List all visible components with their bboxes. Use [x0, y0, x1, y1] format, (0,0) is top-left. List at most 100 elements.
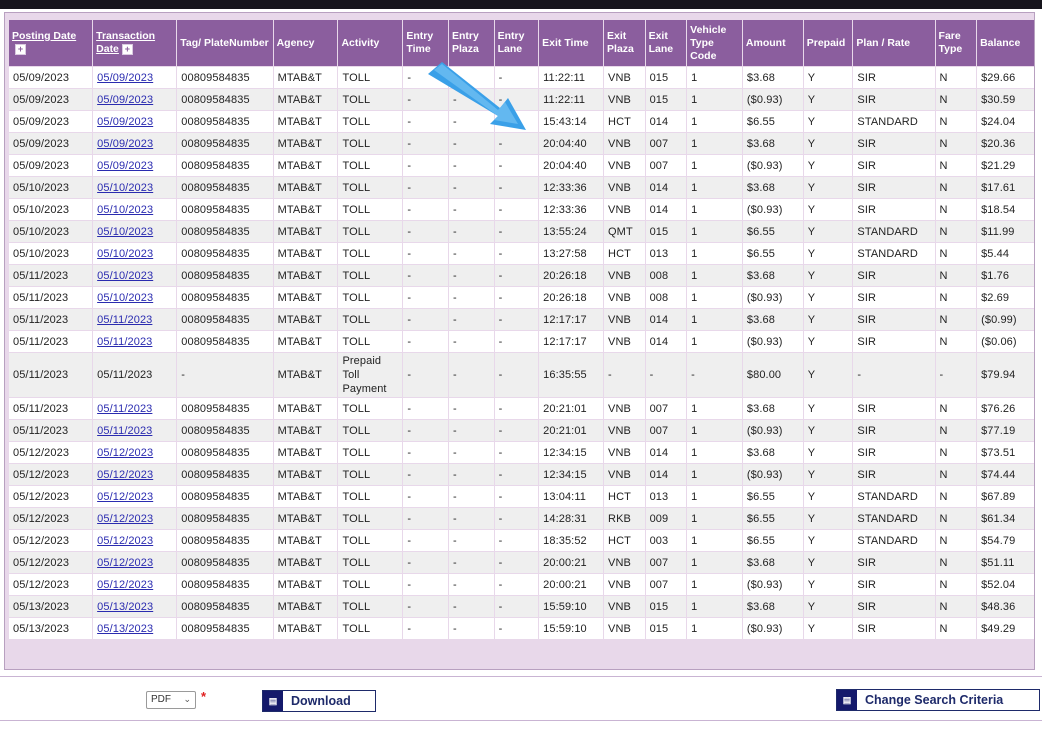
table-cell: TOLL — [338, 596, 403, 617]
table-cell: HCT — [604, 243, 645, 264]
column-header[interactable]: Transaction Date + — [93, 20, 177, 66]
table-cell: MTAB&T — [273, 331, 338, 352]
table-cell: ($0.93) — [742, 618, 803, 639]
transaction-date-link[interactable]: 05/09/2023 — [97, 138, 153, 150]
column-header: Exit Plaza — [604, 20, 645, 66]
table-cell: TOLL — [338, 464, 403, 485]
transaction-date-link[interactable]: 05/10/2023 — [97, 204, 153, 216]
column-header-label: Entry Plaza — [451, 30, 479, 55]
column-header: Exit Lane — [645, 20, 687, 66]
transaction-date-link[interactable]: 05/11/2023 — [97, 314, 152, 326]
table-cell: 05/11/2023 — [9, 353, 93, 397]
table-cell: - — [494, 199, 539, 220]
transaction-date-link[interactable]: 05/09/2023 — [97, 94, 153, 106]
transaction-date-link[interactable]: 05/09/2023 — [97, 72, 153, 84]
footer-divider-bottom — [0, 720, 1042, 721]
table-cell: VNB — [604, 596, 645, 617]
table-cell: STANDARD — [853, 221, 935, 242]
transaction-date-link[interactable]: 05/12/2023 — [97, 579, 153, 591]
table-cell: 05/09/2023 — [93, 133, 177, 154]
table-cell: SIR — [853, 398, 935, 419]
transaction-date-link[interactable]: 05/12/2023 — [97, 535, 153, 547]
table-cell: 00809584835 — [177, 398, 273, 419]
column-header-inner: Amount — [746, 37, 800, 50]
table-cell: 014 — [645, 331, 687, 352]
table-cell: 00809584835 — [177, 331, 273, 352]
column-header-label[interactable]: Posting Date — [12, 30, 76, 42]
table-cell: $61.34 — [977, 508, 1034, 529]
transaction-date-link[interactable]: 05/13/2023 — [97, 623, 153, 635]
table-cell: TOLL — [338, 265, 403, 286]
table-cell: - — [403, 574, 448, 595]
transaction-date-link[interactable]: 05/11/2023 — [97, 425, 152, 437]
table-cell: ($0.93) — [742, 574, 803, 595]
column-header-inner: Prepaid — [807, 37, 850, 50]
table-cell: $6.55 — [742, 530, 803, 551]
table-cell: MTAB&T — [273, 133, 338, 154]
transaction-date-link[interactable]: 05/12/2023 — [97, 469, 153, 481]
table-cell: VNB — [604, 552, 645, 573]
table-cell: $73.51 — [977, 442, 1034, 463]
table-cell: Y — [803, 508, 853, 529]
table-cell: - — [494, 133, 539, 154]
table-cell: 1 — [687, 89, 742, 110]
transaction-date-link[interactable]: 05/12/2023 — [97, 557, 153, 569]
table-cell: 00809584835 — [177, 265, 273, 286]
download-button[interactable]: ▤ Download — [262, 690, 376, 712]
table-cell: SIR — [853, 89, 935, 110]
transaction-date-link[interactable]: 05/13/2023 — [97, 601, 153, 613]
transaction-date-link[interactable]: 05/10/2023 — [97, 292, 153, 304]
table-cell: SIR — [853, 618, 935, 639]
table-header-row: Posting Date+ Transaction Date + Tag/ Plate… — [9, 20, 1034, 66]
table-cell: 014 — [645, 199, 687, 220]
table-cell: 05/09/2023 — [93, 67, 177, 88]
table-cell: - — [494, 111, 539, 132]
column-header-label: Agency — [276, 36, 315, 49]
table-cell: - — [494, 265, 539, 286]
transaction-date-link[interactable]: 05/11/2023 — [97, 403, 152, 415]
table-cell: 05/11/2023 — [93, 353, 177, 397]
column-header[interactable]: Posting Date+ — [9, 20, 93, 66]
table-cell: SIR — [853, 420, 935, 441]
table-cell: $54.79 — [977, 530, 1034, 551]
table-cell: - — [448, 133, 494, 154]
table-cell: MTAB&T — [273, 309, 338, 330]
sort-toggle-icon[interactable]: + — [15, 43, 26, 55]
table-cell: 05/10/2023 — [93, 243, 177, 264]
column-header: Balance — [977, 20, 1034, 66]
table-cell: SIR — [853, 287, 935, 308]
table-cell: 12:33:36 — [539, 177, 604, 198]
transaction-date-link[interactable]: 05/09/2023 — [97, 160, 153, 172]
table-cell: 1 — [687, 596, 742, 617]
table-cell: TOLL — [338, 155, 403, 176]
transaction-date-link[interactable]: 05/11/2023 — [97, 336, 152, 348]
change-search-criteria-button[interactable]: ▤ Change Search Criteria — [836, 689, 1040, 711]
table-row: 05/09/2023 05/09/2023 00809584835 MTAB&T TOL… — [9, 89, 1034, 110]
table-cell: TOLL — [338, 530, 403, 551]
export-format-select[interactable]: PDF ⌄ — [146, 691, 196, 709]
transaction-date-link[interactable]: 05/12/2023 — [97, 447, 153, 459]
transaction-date-link[interactable]: 05/12/2023 — [97, 513, 153, 525]
table-cell: Y — [803, 177, 853, 198]
table-cell: MTAB&T — [273, 508, 338, 529]
transaction-date-link[interactable]: 05/10/2023 — [97, 248, 153, 260]
table-cell: - — [448, 552, 494, 573]
table-cell: - — [448, 596, 494, 617]
transaction-date-link[interactable]: 05/09/2023 — [97, 116, 153, 128]
table-cell: 1 — [687, 309, 742, 330]
sort-toggle-icon[interactable]: + — [121, 43, 133, 55]
table-cell: 05/09/2023 — [93, 111, 177, 132]
table-cell: $3.68 — [742, 133, 803, 154]
transaction-date-link[interactable]: 05/10/2023 — [97, 226, 153, 238]
column-header: Tag/ PlateNumber — [177, 20, 273, 66]
transaction-date-link[interactable]: 05/10/2023 — [97, 270, 153, 282]
table-cell: 1 — [687, 530, 742, 551]
table-cell: $29.66 — [977, 67, 1034, 88]
transaction-date-link[interactable]: 05/12/2023 — [97, 491, 153, 503]
table-cell: $80.00 — [742, 353, 803, 397]
table-cell: 00809584835 — [177, 618, 273, 639]
table-cell: - — [604, 353, 645, 397]
table-cell: RKB — [604, 508, 645, 529]
transaction-date-link[interactable]: 05/10/2023 — [97, 182, 153, 194]
table-cell: TOLL — [338, 243, 403, 264]
